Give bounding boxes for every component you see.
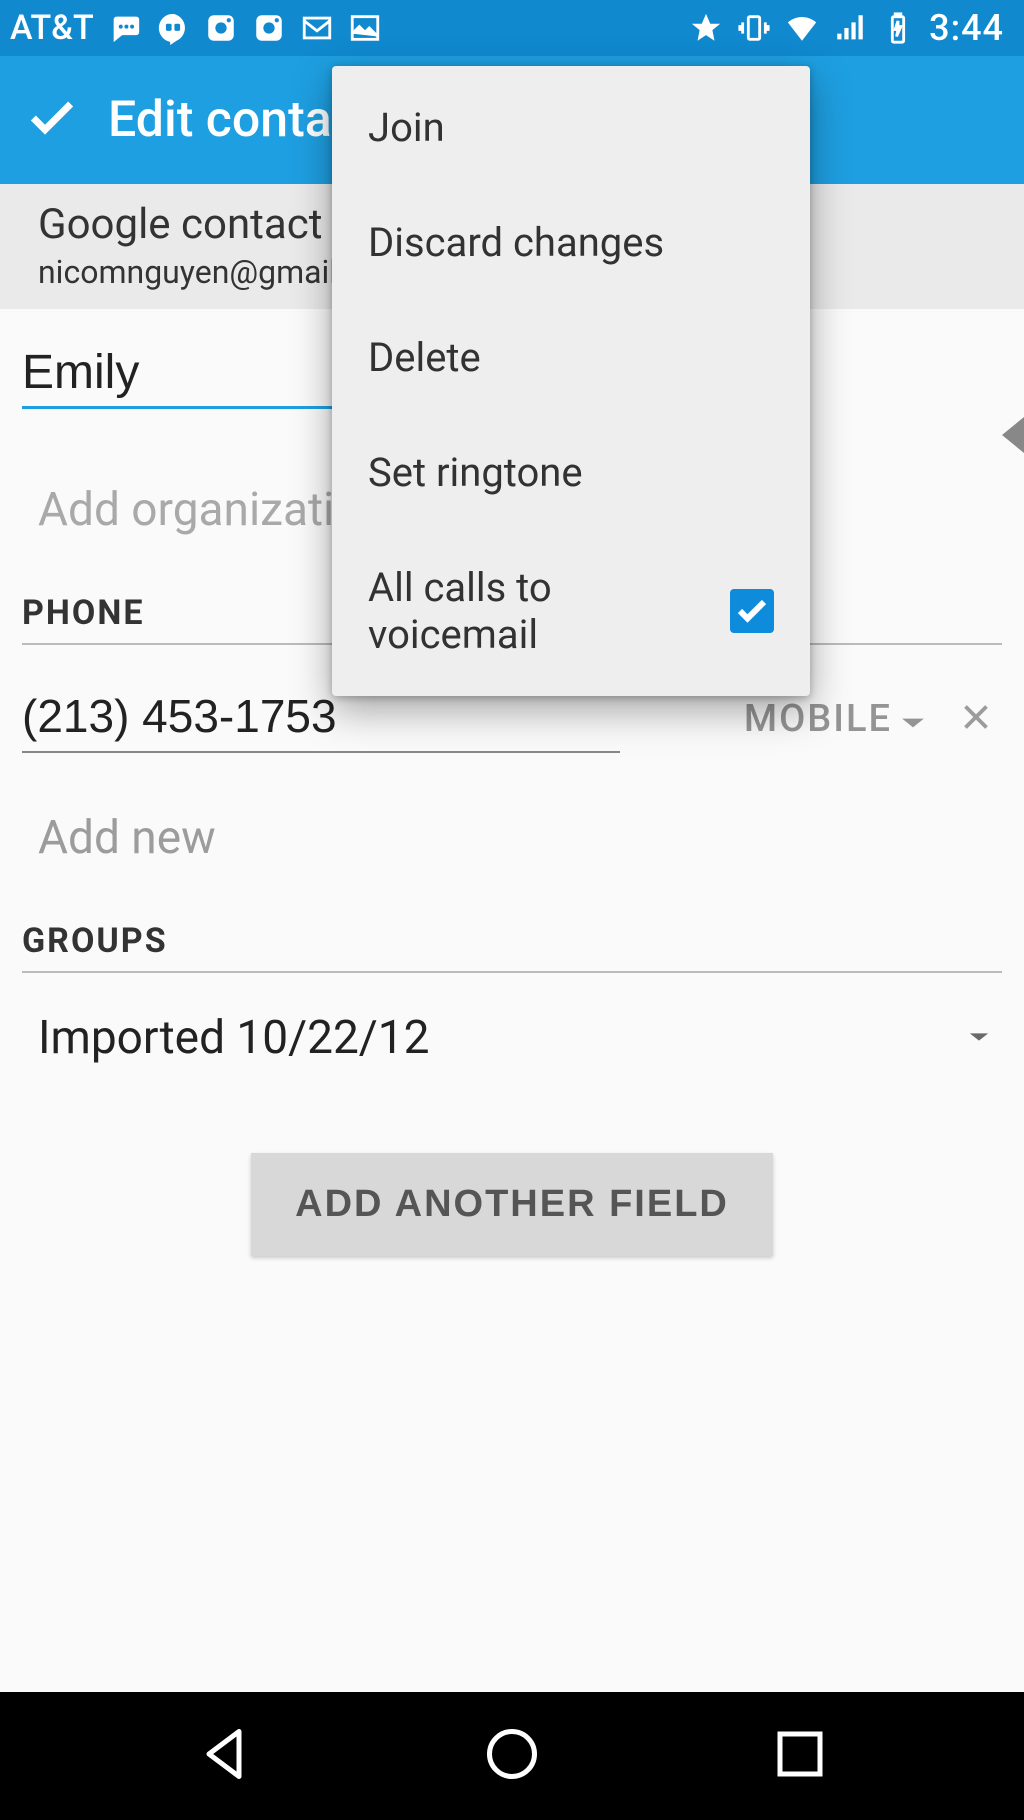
menu-item-label: All calls to voicemail	[368, 564, 730, 658]
wifi-icon	[785, 11, 819, 45]
chevron-down-icon	[968, 1029, 990, 1048]
recents-button[interactable]	[770, 1724, 830, 1788]
back-button[interactable]	[194, 1724, 254, 1788]
menu-item-label: Delete	[368, 334, 481, 381]
instagram-icon	[252, 11, 286, 45]
instagram-icon	[204, 11, 238, 45]
done-icon[interactable]	[24, 90, 80, 150]
add-new-phone-button[interactable]: Add new	[38, 811, 1002, 865]
menu-item-delete[interactable]: Delete	[332, 300, 810, 415]
sms-icon	[108, 11, 142, 45]
phone-type-label: MOBILE	[744, 697, 892, 741]
navigation-bar	[0, 1692, 1024, 1820]
hangouts-icon	[156, 11, 190, 45]
groups-header: GROUPS	[22, 921, 1002, 973]
signal-icon	[833, 11, 867, 45]
remove-phone-icon[interactable]	[950, 690, 1002, 748]
gmail-icon	[300, 11, 334, 45]
menu-item-label: Set ringtone	[368, 449, 583, 496]
battery-charging-icon	[881, 11, 915, 45]
clock-label: 3:44	[929, 7, 1004, 49]
phone-type-selector[interactable]: MOBILE	[744, 697, 926, 741]
vibrate-icon	[737, 11, 771, 45]
checkbox-checked-icon	[730, 589, 774, 633]
status-bar: AT&T	[0, 0, 1024, 56]
menu-item-voicemail[interactable]: All calls to voicemail	[332, 530, 810, 692]
chevron-down-icon	[900, 697, 926, 741]
star-icon	[689, 11, 723, 45]
image-icon	[348, 11, 382, 45]
group-value: Imported 10/22/12	[38, 1011, 430, 1065]
home-button[interactable]	[482, 1724, 542, 1788]
menu-item-label: Join	[368, 104, 445, 151]
add-another-field-button[interactable]: ADD ANOTHER FIELD	[251, 1153, 773, 1256]
menu-item-label: Discard changes	[368, 219, 664, 266]
menu-item-ringtone[interactable]: Set ringtone	[332, 415, 810, 530]
menu-item-discard[interactable]: Discard changes	[332, 185, 810, 300]
expand-name-icon[interactable]	[1002, 417, 1024, 453]
menu-item-join[interactable]: Join	[332, 70, 810, 185]
group-selector[interactable]: Imported 10/22/12	[22, 1011, 1002, 1065]
carrier-label: AT&T	[10, 8, 94, 48]
overflow-menu: Join Discard changes Delete Set ringtone…	[332, 66, 810, 696]
